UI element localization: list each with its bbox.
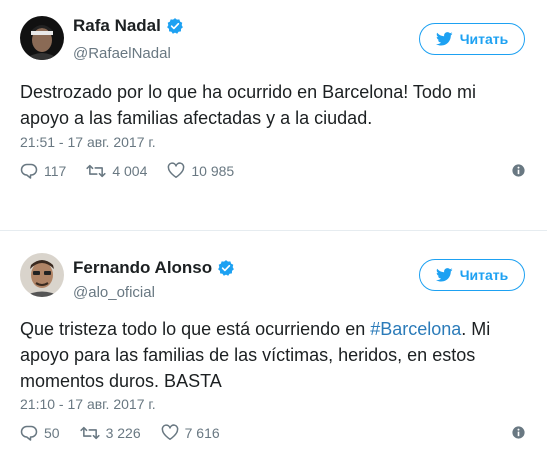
twitter-bird-icon [435, 32, 453, 46]
tweet-actions: 50 3 226 7 616 [20, 424, 525, 441]
verified-badge-icon [167, 18, 183, 34]
author-handle[interactable]: @RafaelNadal [73, 45, 171, 62]
avatar[interactable] [20, 253, 64, 297]
reply-count: 50 [44, 424, 60, 441]
author-name[interactable]: Fernando Alonso [73, 258, 212, 278]
twitter-bird-icon [435, 268, 453, 282]
tweet-text: Destrozado por lo que ha ocurrido en Bar… [20, 82, 476, 128]
like-heart-icon [168, 162, 185, 178]
follow-button-label: Читать [459, 31, 509, 47]
reply-action[interactable]: 50 [20, 424, 60, 441]
tweet-card-alonso: Fernando Alonso @alo_oficial Читать Que … [0, 230, 547, 459]
verified-badge-icon [218, 260, 235, 276]
tweet-card-nadal: Rafa Nadal @RafaelNadal Читать Destrozad… [0, 0, 547, 202]
reply-count: 117 [44, 162, 67, 179]
like-count: 7 616 [184, 424, 220, 441]
reply-icon [20, 425, 38, 441]
author-name-row: Rafa Nadal [73, 16, 184, 36]
like-action[interactable]: 7 616 [161, 424, 220, 441]
author-name-row: Fernando Alonso [73, 258, 235, 278]
retweet-icon [79, 426, 100, 439]
tweet-text: Que tristeza todo lo que está ocurriendo… [20, 316, 529, 394]
avatar-image-icon [20, 16, 64, 60]
avatar-image-icon [20, 253, 64, 297]
like-action[interactable]: 10 985 [167, 162, 234, 179]
like-count: 10 985 [191, 162, 235, 179]
info-icon[interactable] [512, 426, 525, 439]
tweet-actions: 117 4 004 10 985 [20, 162, 525, 179]
avatar[interactable] [20, 16, 64, 60]
tweet-timestamp[interactable]: 21:10 - 17 авг. 2017 г. [20, 396, 156, 412]
info-icon[interactable] [512, 164, 525, 177]
tweet-timestamp[interactable]: 21:51 - 17 авг. 2017 г. [20, 134, 156, 150]
retweet-icon [86, 164, 106, 177]
follow-button-label: Читать [459, 267, 509, 283]
retweet-count: 3 226 [105, 424, 141, 441]
author-handle[interactable]: @alo_oficial [73, 284, 155, 301]
follow-button[interactable]: Читать [419, 259, 525, 291]
author-name[interactable]: Rafa Nadal [73, 16, 161, 36]
retweet-action[interactable]: 4 004 [86, 163, 147, 179]
hashtag-link[interactable]: #Barcelona [370, 319, 461, 339]
like-heart-icon [161, 424, 178, 440]
reply-action[interactable]: 117 [20, 162, 66, 179]
retweet-action[interactable]: 3 226 [79, 424, 141, 441]
follow-button[interactable]: Читать [419, 23, 525, 55]
reply-icon [20, 163, 38, 179]
tweet-text-start: Que tristeza todo lo que está ocurriendo… [20, 319, 371, 339]
tweet-separator [0, 202, 547, 230]
retweet-count: 4 004 [112, 162, 148, 179]
